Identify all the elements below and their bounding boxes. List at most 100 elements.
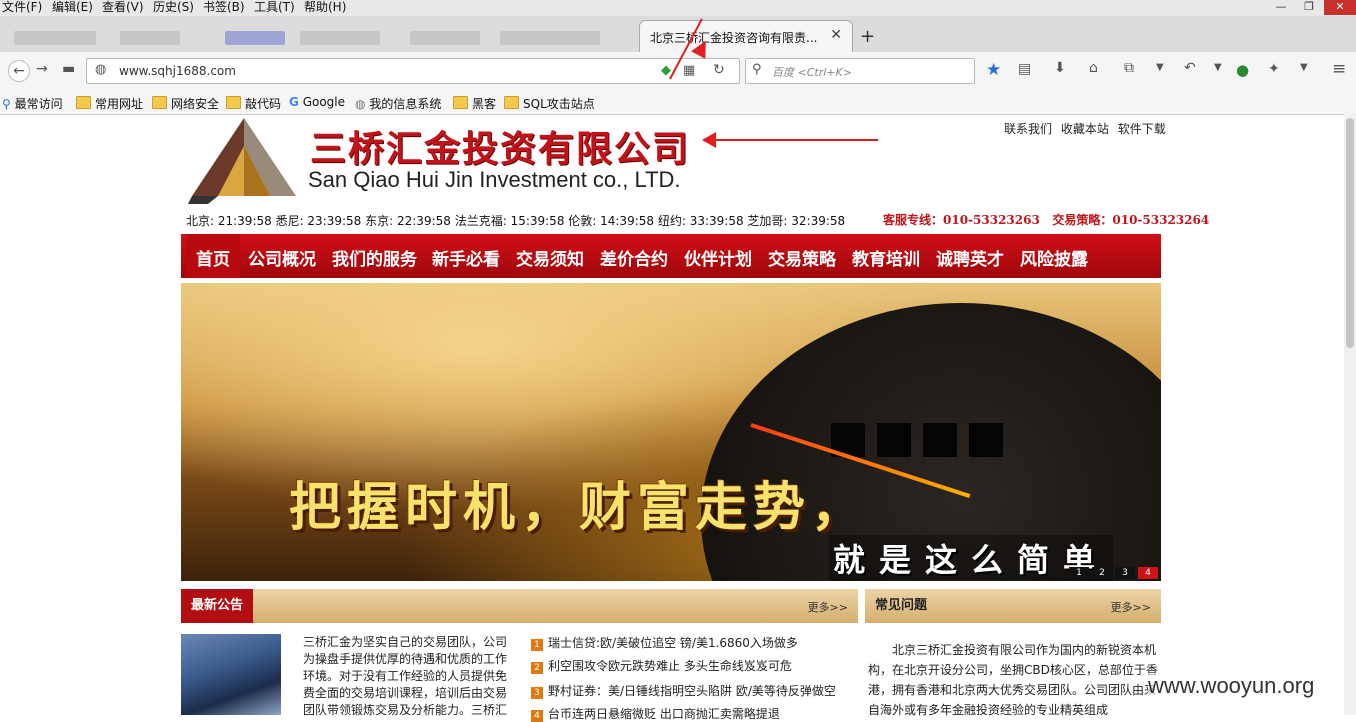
nav-home[interactable]: 首页 bbox=[196, 245, 230, 270]
folder-icon bbox=[76, 96, 91, 109]
headline-number: 3 bbox=[531, 687, 543, 699]
menu-file[interactable]: 文件(F) bbox=[2, 0, 42, 15]
search-placeholder: 百度 <Ctrl+K> bbox=[772, 66, 852, 79]
nav-newbie[interactable]: 新手必看 bbox=[432, 245, 500, 270]
annotation-arrowhead bbox=[702, 132, 716, 148]
bookmark-common[interactable]: 常用网址 bbox=[76, 95, 143, 112]
addon-bug-icon[interactable]: ✦ bbox=[1268, 61, 1280, 77]
news-header: 最新公告 更多>> bbox=[181, 589, 858, 623]
hero-banner[interactable]: 把握时机，财富走势， 就是这么简单 1234 bbox=[181, 283, 1161, 581]
nav-education[interactable]: 教育培训 bbox=[852, 245, 920, 270]
url-text: www.sqhj1688.com bbox=[119, 64, 236, 78]
scrollbar-thumb[interactable] bbox=[1346, 118, 1354, 348]
reload-icon[interactable]: ↻ bbox=[713, 62, 725, 78]
bookmark-security[interactable]: 网络安全 bbox=[152, 95, 219, 112]
home-icon[interactable]: ⌂ bbox=[1089, 60, 1098, 76]
faq-more-link[interactable]: 更多>> bbox=[1111, 599, 1151, 615]
software-download-link[interactable]: 软件下载 bbox=[1118, 122, 1166, 136]
close-window-button[interactable]: ✕ bbox=[1324, 0, 1356, 15]
globe-icon: ◍ bbox=[95, 62, 107, 77]
close-tab-icon[interactable]: ✕ bbox=[830, 27, 842, 43]
contact-us-link[interactable]: 联系我们 bbox=[1004, 122, 1052, 136]
active-tab[interactable]: 北京三桥汇金投资咨询有限责... ✕ bbox=[639, 20, 853, 53]
chevron-down-icon[interactable]: ▼ bbox=[1156, 62, 1164, 73]
blurred-tab[interactable] bbox=[14, 31, 96, 45]
company-name-en: San Qiao Hui Jin Investment co., LTD. bbox=[308, 167, 681, 192]
menu-view[interactable]: 查看(V) bbox=[102, 0, 144, 15]
nav-about[interactable]: 公司概况 bbox=[248, 245, 316, 270]
faq-text: 北京三桥汇金投资有限公司作为国内的新锐资本机构，在北京开设分公司，坐拥CBD核心… bbox=[868, 643, 1158, 717]
headline-item[interactable]: 3 野村证券：美/日锤线指明空头陷阱 欧/美等待反弹做空 bbox=[531, 682, 836, 699]
bookmark-star-icon[interactable]: ★ bbox=[986, 60, 1001, 80]
folder-icon bbox=[453, 96, 468, 109]
nav-strategy[interactable]: 交易策略 bbox=[768, 245, 836, 270]
folder-icon bbox=[226, 96, 241, 109]
news-more-link[interactable]: 更多>> bbox=[808, 599, 848, 615]
bookmark-sql[interactable]: SQL攻击站点 bbox=[504, 95, 595, 112]
headline-item[interactable]: 2 利空围攻令欧元跌势难止 多头生命线岌岌可危 bbox=[531, 657, 792, 674]
blurred-tab[interactable] bbox=[225, 31, 285, 45]
forward-icon[interactable]: → bbox=[36, 61, 48, 77]
headline-number: 1 bbox=[531, 639, 543, 651]
blurred-tab[interactable] bbox=[410, 31, 480, 45]
screenshot-icon[interactable]: ⧉ bbox=[1124, 60, 1134, 76]
menu-edit[interactable]: 编辑(E) bbox=[52, 0, 93, 15]
dial-digit bbox=[969, 423, 1003, 457]
banner-pager: 1234 bbox=[1066, 564, 1158, 579]
search-bar[interactable]: ⚲ 百度 <Ctrl+K> bbox=[745, 58, 975, 84]
bookmark-most-visited[interactable]: ⚲ 最常访问 bbox=[2, 95, 63, 112]
addon-icon[interactable]: ● bbox=[1236, 61, 1249, 79]
bookmarks-toolbar: ⚲ 最常访问 常用网址 网络安全 敲代码 G Google ◍ 我的信息系统 黑… bbox=[0, 90, 1356, 115]
google-icon: G bbox=[289, 95, 299, 109]
nav-trading-notice[interactable]: 交易须知 bbox=[516, 245, 584, 270]
headline-number: 4 bbox=[531, 710, 543, 722]
bookmark-info-system[interactable]: ◍ 我的信息系统 bbox=[355, 95, 441, 112]
bookmark-hacker[interactable]: 黑客 bbox=[453, 95, 496, 112]
menu-tools[interactable]: 工具(T) bbox=[254, 0, 295, 15]
window-controls: — ❐ ✕ bbox=[1266, 0, 1356, 16]
menu-history[interactable]: 历史(S) bbox=[153, 0, 194, 15]
main-nav: 首页 公司概况 我们的服务 新手必看 交易须知 差价合约 伙伴计划 交易策略 教… bbox=[181, 234, 1161, 278]
hamburger-menu-icon[interactable]: ≡ bbox=[1332, 59, 1346, 79]
dial-digit bbox=[877, 423, 911, 457]
back-icon[interactable]: ← bbox=[8, 60, 30, 82]
banner-page-4[interactable]: 4 bbox=[1138, 567, 1158, 579]
headline-item[interactable]: 4 台币连两日悬缩微贬 出口商抛汇卖需略提退 bbox=[531, 705, 780, 722]
minimize-button[interactable]: — bbox=[1268, 0, 1294, 15]
blurred-tab[interactable] bbox=[500, 31, 600, 45]
bookmark-code[interactable]: 敲代码 bbox=[226, 95, 281, 112]
blurred-tab[interactable] bbox=[120, 31, 180, 45]
menu-help[interactable]: 帮助(H) bbox=[304, 0, 346, 15]
dial-digit bbox=[923, 423, 957, 457]
headline-number: 2 bbox=[531, 662, 543, 674]
folder-icon bbox=[504, 96, 519, 109]
menu-bookmarks[interactable]: 书签(B) bbox=[203, 0, 245, 15]
menu-bar: 文件(F) 编辑(E) 查看(V) 历史(S) 书签(B) 工具(T) 帮助(H… bbox=[0, 0, 1356, 16]
qr-code-icon[interactable]: ▦ bbox=[683, 63, 695, 78]
nav-risk[interactable]: 风险披露 bbox=[1020, 245, 1088, 270]
blurred-tab[interactable] bbox=[300, 31, 380, 45]
nav-cfd[interactable]: 差价合约 bbox=[600, 245, 668, 270]
restore-button[interactable]: ❐ bbox=[1296, 0, 1322, 15]
banner-page-1[interactable]: 1 bbox=[1069, 567, 1089, 579]
bookmark-google[interactable]: G Google bbox=[289, 95, 345, 109]
chevron-down-icon[interactable]: ▼ bbox=[1214, 62, 1222, 73]
chevron-down-icon[interactable]: ▼ bbox=[1300, 62, 1308, 73]
nav-careers[interactable]: 诚聘英才 bbox=[936, 245, 1004, 270]
headline-item[interactable]: 1 瑞士信贷:欧/美破位追空 镑/美1.6860入场做多 bbox=[531, 634, 798, 651]
bookmark-site-link[interactable]: 收藏本站 bbox=[1061, 122, 1109, 136]
reading-list-icon[interactable]: ▤ bbox=[1018, 61, 1031, 77]
page-icon[interactable]: ▬ bbox=[62, 61, 75, 77]
url-bar[interactable]: ◍ www.sqhj1688.com ◆ ▦ ↻ bbox=[86, 58, 740, 84]
banner-page-3[interactable]: 3 bbox=[1115, 567, 1135, 579]
nav-partner[interactable]: 伙伴计划 bbox=[684, 245, 752, 270]
service-hotline: 客服专线：010-53323263 bbox=[883, 213, 1040, 227]
banner-page-2[interactable]: 2 bbox=[1092, 567, 1112, 579]
nav-services[interactable]: 我们的服务 bbox=[332, 245, 417, 270]
download-icon[interactable]: ⬇ bbox=[1054, 60, 1066, 76]
news-title: 最新公告 bbox=[181, 589, 254, 623]
undo-icon[interactable]: ↶ bbox=[1184, 60, 1196, 76]
company-name-cn: 三桥汇金投资有限公司 bbox=[310, 128, 691, 170]
news-building-image bbox=[181, 634, 281, 715]
new-tab-button[interactable]: + bbox=[860, 26, 875, 47]
